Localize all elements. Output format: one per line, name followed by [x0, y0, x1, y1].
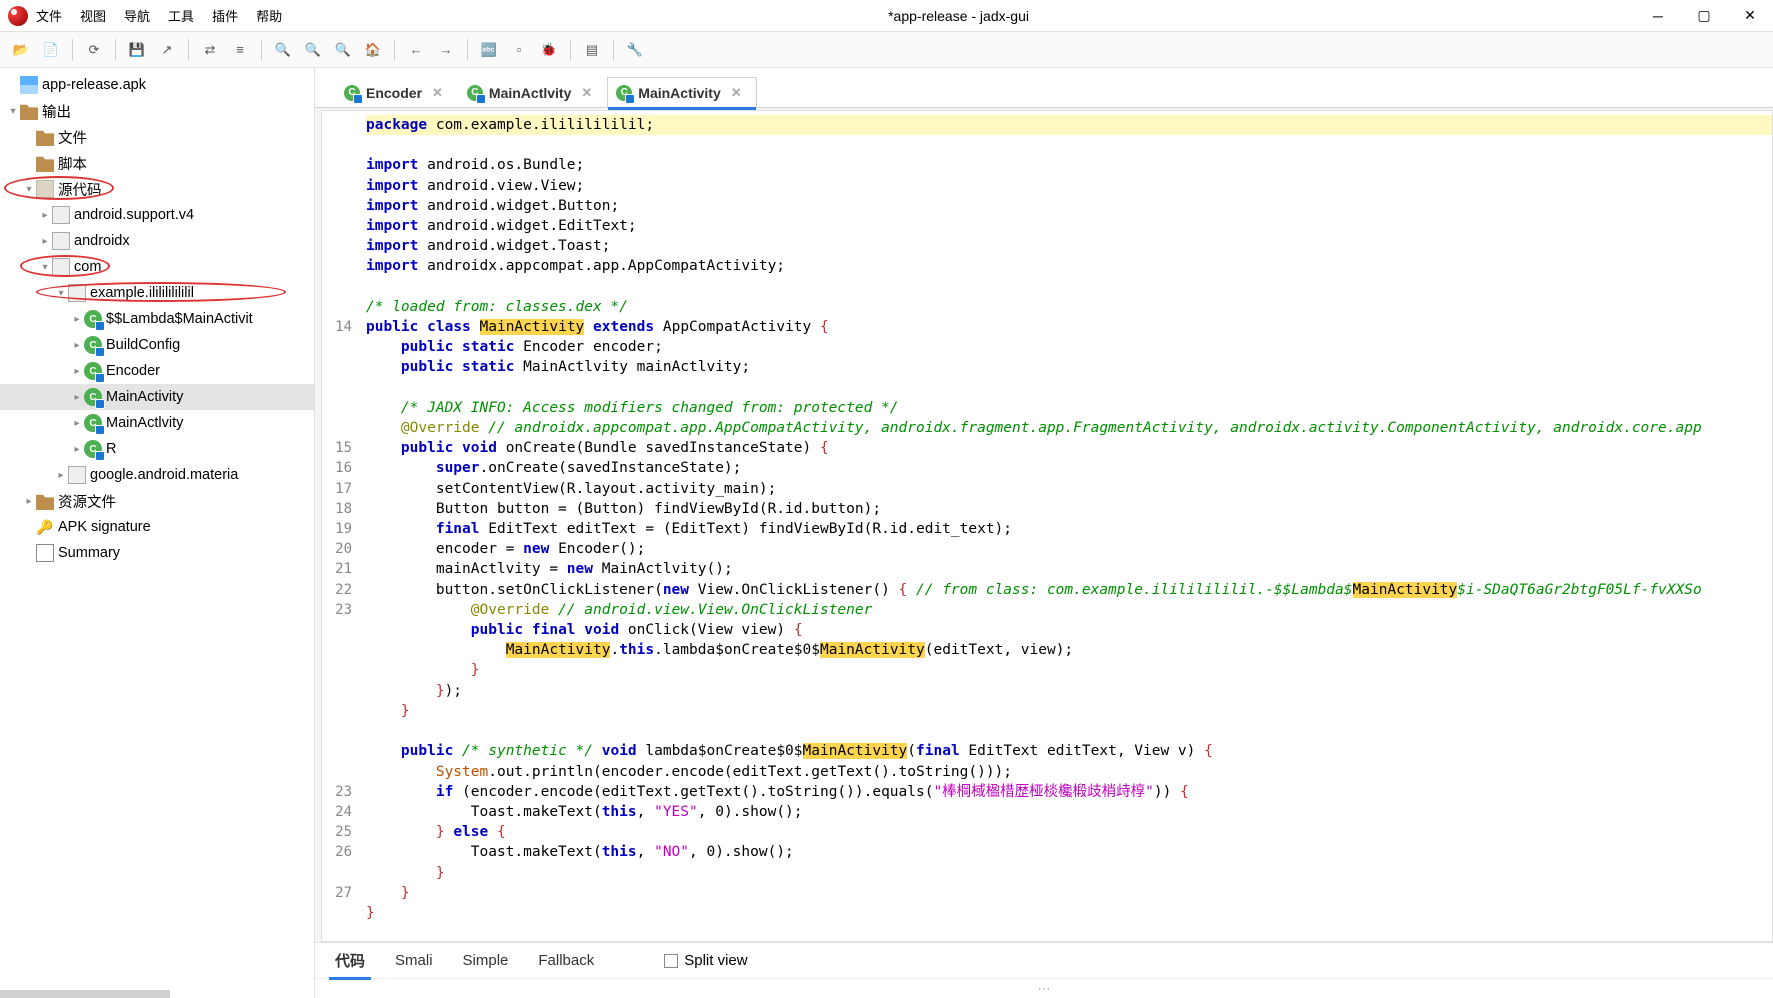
bug-icon[interactable]: 🐞 — [536, 37, 562, 63]
view-mode-tabs: 代码 Smali Simple Fallback Split view — [315, 942, 1773, 978]
tree-script[interactable]: 脚本 — [0, 150, 314, 176]
tab-code[interactable]: 代码 — [335, 950, 365, 971]
tab-mainactivity[interactable]: CMainActivity✕ — [607, 77, 756, 107]
apk-icon — [20, 76, 38, 94]
menu-plugins[interactable]: 插件 — [212, 6, 238, 25]
tree-output[interactable]: ▾输出 — [0, 98, 314, 124]
folder-icon — [36, 154, 54, 172]
title-bar: 文件 视图 导航 工具 插件 帮助 *app-release - jadx-gu… — [0, 0, 1773, 32]
tree-root[interactable]: app-release.apk — [0, 72, 314, 98]
package-icon — [52, 258, 70, 276]
tab-simple[interactable]: Simple — [463, 952, 509, 969]
add-file-icon[interactable]: 📄 — [38, 37, 64, 63]
tree-pkg-androidx[interactable]: ▸androidx — [0, 228, 314, 254]
tab-encoder[interactable]: CEncoder✕ — [335, 77, 458, 107]
tree-pkg-example[interactable]: ▾example.ililililililil — [0, 280, 314, 306]
folder-icon — [20, 102, 38, 120]
tree-scrollbar[interactable] — [0, 990, 170, 998]
class-icon: C — [84, 310, 102, 328]
project-tree: app-release.apk ▾输出 文件 脚本 ▾源代码 ▸android.… — [0, 68, 315, 998]
code-editor[interactable]: package com.example.ilililililil; import… — [360, 111, 1772, 941]
menu-tools[interactable]: 工具 — [168, 6, 194, 25]
menu-bar: 文件 视图 导航 工具 插件 帮助 — [36, 6, 282, 25]
menu-nav[interactable]: 导航 — [124, 6, 150, 25]
back-icon[interactable]: ← — [403, 37, 429, 63]
sync-icon[interactable]: ⇄ — [197, 37, 223, 63]
tree-cls-buildconfig[interactable]: ▸CBuildConfig — [0, 332, 314, 358]
window-title: *app-release - jadx-gui — [282, 8, 1635, 24]
tree-cls-mainactlvity[interactable]: ▸CMainActlvity — [0, 410, 314, 436]
key-icon: 🔑 — [36, 518, 54, 536]
tab-smali[interactable]: Smali — [395, 952, 433, 969]
close-icon[interactable]: ✕ — [581, 85, 592, 101]
package-root-icon — [36, 180, 54, 198]
tree-file[interactable]: 文件 — [0, 124, 314, 150]
search-icon[interactable]: 🔍 — [270, 37, 296, 63]
class-icon: C — [344, 85, 360, 101]
package-icon — [52, 206, 70, 224]
menu-help[interactable]: 帮助 — [256, 6, 282, 25]
class-icon: C — [84, 388, 102, 406]
class-icon: C — [84, 414, 102, 432]
tree-cls-lambda[interactable]: ▸C$$Lambda$MainActivit — [0, 306, 314, 332]
maximize-button[interactable]: ▢ — [1681, 0, 1727, 32]
package-icon — [68, 466, 86, 484]
forward-icon[interactable]: → — [433, 37, 459, 63]
split-view-checkbox[interactable]: Split view — [664, 952, 747, 969]
search-code-icon[interactable]: 🔍 — [300, 37, 326, 63]
tree-source[interactable]: ▾源代码 — [0, 176, 314, 202]
class-icon: C — [84, 440, 102, 458]
line-gutter: 14 151617181920212223 23242526 27 — [322, 111, 360, 941]
export-icon[interactable]: ↗ — [154, 37, 180, 63]
minimize-button[interactable]: ─ — [1635, 0, 1681, 32]
editor-tabs: CEncoder✕ CMainActlvity✕ CMainActivity✕ — [315, 68, 1773, 108]
home-icon[interactable]: 🏠 — [360, 37, 386, 63]
tree-pkg-com[interactable]: ▾com — [0, 254, 314, 280]
class-icon: C — [616, 85, 632, 101]
package-icon — [52, 232, 70, 250]
tab-fallback[interactable]: Fallback — [538, 952, 594, 969]
flatten-icon[interactable]: ≡ — [227, 37, 253, 63]
tree-cls-r[interactable]: ▸CR — [0, 436, 314, 462]
tree-pkg-google[interactable]: ▸google.android.materia — [0, 462, 314, 488]
refresh-icon[interactable]: ⟳ — [81, 37, 107, 63]
status-bar: ⋯ — [315, 978, 1773, 998]
tree-resources[interactable]: ▸资源文件 — [0, 488, 314, 514]
class-icon: C — [84, 336, 102, 354]
close-icon[interactable]: ✕ — [731, 85, 742, 101]
tab-mainactlvity[interactable]: CMainActlvity✕ — [458, 77, 607, 107]
folder-icon — [36, 492, 54, 510]
menu-file[interactable]: 文件 — [36, 6, 62, 25]
save-icon[interactable]: 💾 — [124, 37, 150, 63]
tree-cls-mainactivity[interactable]: ▸CMainActivity — [0, 384, 314, 410]
package-icon — [68, 284, 86, 302]
class-icon: C — [84, 362, 102, 380]
class-icon: C — [467, 85, 483, 101]
app-icon — [8, 6, 28, 26]
deobf-icon[interactable]: 🔤 — [476, 37, 502, 63]
search-cmt-icon[interactable]: 🔍 — [330, 37, 356, 63]
settings-icon[interactable]: 🔧 — [622, 37, 648, 63]
close-icon[interactable]: ✕ — [432, 85, 443, 101]
toolbar: 📂 📄 ⟳ 💾 ↗ ⇄ ≡ 🔍 🔍 🔍 🏠 ← → 🔤 ▫ 🐞 ▤ 🔧 — [0, 32, 1773, 68]
tree-summary[interactable]: Summary — [0, 540, 314, 566]
summary-icon — [36, 544, 54, 562]
log-icon[interactable]: ▤ — [579, 37, 605, 63]
tree-cls-encoder[interactable]: ▸CEncoder — [0, 358, 314, 384]
menu-view[interactable]: 视图 — [80, 6, 106, 25]
close-button[interactable]: ✕ — [1727, 0, 1773, 32]
tree-pkg-support[interactable]: ▸android.support.v4 — [0, 202, 314, 228]
tree-apk-signature[interactable]: 🔑APK signature — [0, 514, 314, 540]
folder-icon — [36, 128, 54, 146]
open-icon[interactable]: 📂 — [8, 37, 34, 63]
quark-icon[interactable]: ▫ — [506, 37, 532, 63]
